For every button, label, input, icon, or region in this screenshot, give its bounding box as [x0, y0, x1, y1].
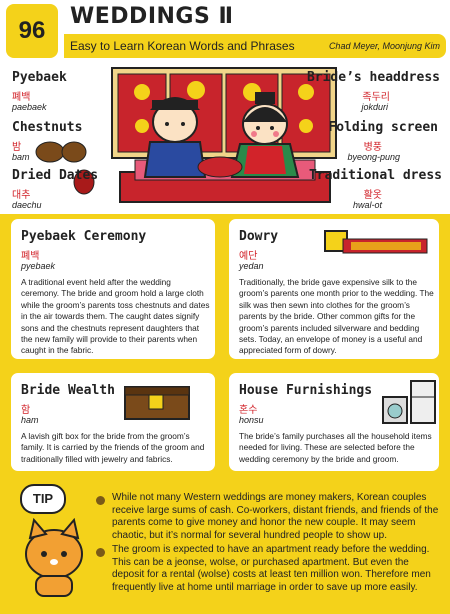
- label-dress-ro: hwal-ot: [352, 200, 382, 210]
- card-body: A lavish gift box for the bride from the…: [21, 431, 205, 464]
- page: 96 WEDDINGS Ⅱ Easy to Learn Korean Words…: [0, 0, 450, 614]
- gift-box-icon: [124, 386, 190, 420]
- page-title: WEDDINGS Ⅱ: [70, 4, 234, 29]
- card-title: Bride Wealth: [21, 383, 115, 398]
- card-romanization: honsu: [239, 415, 264, 425]
- chestnut-icon: [35, 141, 65, 163]
- label-headdress-ro: jokduri: [361, 102, 388, 112]
- label-headdress-ko: 족두리: [362, 92, 390, 103]
- card-house-furnishings: House Furnishings 혼수 honsu The bride’s f…: [226, 370, 442, 474]
- cat-mascot-icon: [25, 518, 83, 597]
- card-title: House Furnishings: [239, 383, 373, 398]
- label-chestnuts-ko: 밤: [12, 142, 22, 153]
- card-title: Pyebaek Ceremony: [21, 229, 147, 244]
- tip-paragraph-1: While not many Western weddings are mone…: [112, 492, 439, 541]
- card-pyebaek-ceremony: Pyebaek Ceremony 폐백 pyebaek A traditiona…: [8, 216, 218, 362]
- label-screen-ko: 병풍: [363, 142, 382, 153]
- silk-icon: [324, 230, 428, 254]
- header: 96 WEDDINGS Ⅱ Easy to Learn Korean Words…: [0, 0, 450, 62]
- tip-badge: TIP: [20, 484, 66, 514]
- label-chestnuts: Chestnuts: [12, 120, 83, 135]
- label-dress: Traditional dress: [308, 168, 442, 183]
- card-body: The bride’s family purchases all the hou…: [239, 431, 432, 464]
- card-title: Dowry: [239, 229, 279, 244]
- label-pyebaek-ro: paebaek: [12, 102, 47, 112]
- label-headdress: Bride’s headdress: [306, 70, 440, 85]
- card-bride-wealth: Bride Wealth 함 ham A lavish gift box for…: [8, 370, 218, 474]
- label-screen: Folding screen: [328, 120, 438, 135]
- lesson-number: 96: [6, 4, 58, 58]
- page-subtitle: Easy to Learn Korean Words and Phrases: [70, 39, 295, 53]
- card-korean: 함: [21, 405, 31, 416]
- bullet-icon: [96, 496, 105, 505]
- label-pyebaek-ko: 폐백: [12, 92, 31, 103]
- label-chestnuts-ro: bam: [12, 152, 30, 162]
- label-pyebaek: Pyebaek: [12, 70, 67, 85]
- card-korean: 혼수: [239, 405, 258, 416]
- authors: Chad Meyer, Moonjung Kim: [328, 41, 440, 51]
- card-romanization: ham: [21, 415, 39, 425]
- label-dates-ko: 대추: [12, 190, 31, 201]
- bullet-icon: [96, 548, 105, 557]
- appliances-icon: [382, 380, 436, 424]
- card-korean: 폐백: [21, 251, 40, 262]
- card-dowry: Dowry 예단 yedan Traditionally, the bride …: [226, 216, 442, 362]
- label-screen-ro: byeong-pung: [347, 152, 400, 162]
- label-dates: Dried Dates: [12, 168, 99, 183]
- card-korean: 예단: [239, 251, 258, 262]
- tip-paragraph-2: The groom is expected to have an apartme…: [112, 544, 431, 593]
- card-body: Traditionally, the bride gave expensive …: [239, 277, 434, 356]
- card-romanization: yedan: [239, 261, 264, 271]
- card-romanization: pyebaek: [21, 261, 56, 271]
- illustration-area: Pyebaek 폐백 paebaek Chestnuts 밤 bam Dried…: [0, 62, 450, 214]
- folding-screen-image: [111, 67, 337, 159]
- label-dates-ro: daechu: [12, 200, 42, 210]
- label-dress-ko: 활옷: [363, 190, 382, 201]
- card-body: A traditional event held after the weddi…: [21, 277, 210, 356]
